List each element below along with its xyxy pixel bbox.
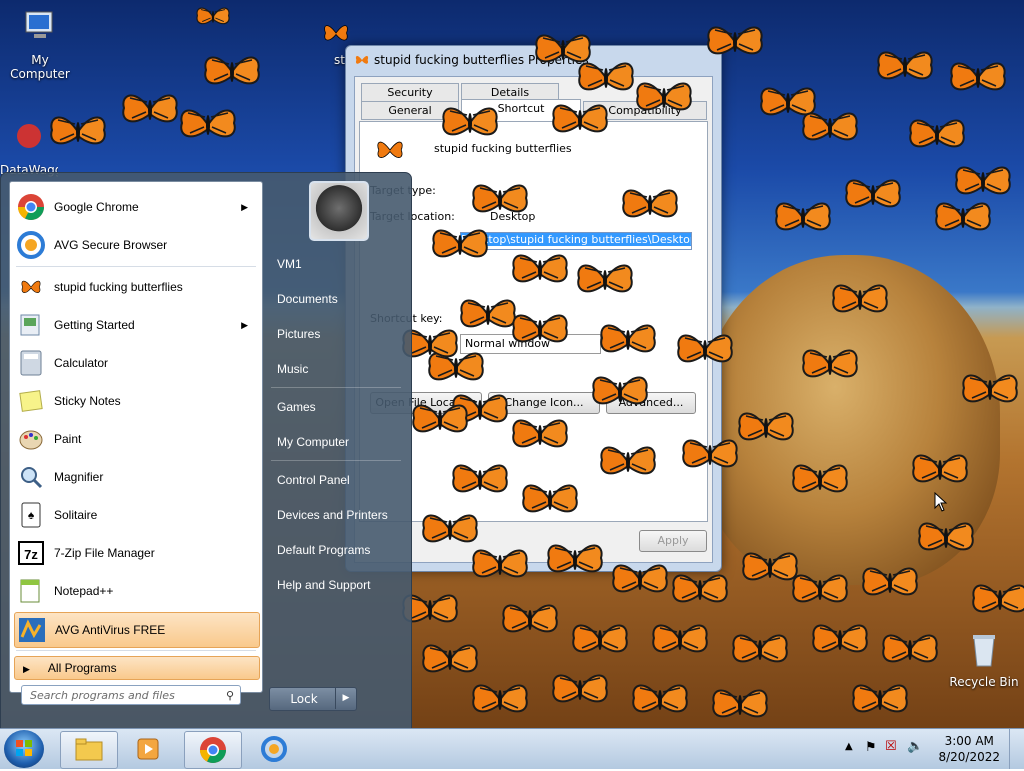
program-label: Solitaire <box>54 508 98 522</box>
all-programs-label: All Programs <box>47 661 117 675</box>
program-paint[interactable]: Paint <box>14 422 258 456</box>
search-placeholder: Search programs and files <box>30 689 175 702</box>
search-icon: ⚲ <box>225 689 234 702</box>
chrome-icon <box>18 194 44 220</box>
program-7zip[interactable]: 7z 7-Zip File Manager <box>14 536 258 570</box>
program-notepad-plus-plus[interactable]: Notepad++ <box>14 574 258 608</box>
divider <box>271 460 401 461</box>
paint-icon <box>19 430 43 450</box>
clock-date: 8/20/2022 <box>938 750 1000 764</box>
show-desktop-button[interactable] <box>1009 729 1024 769</box>
avg-browser-icon <box>261 736 287 762</box>
start-right-default-programs[interactable]: Default Programs <box>271 536 407 564</box>
program-avg-secure-browser[interactable]: AVG Secure Browser <box>14 228 258 262</box>
program-label: Sticky Notes <box>54 394 121 408</box>
volume-icon[interactable]: 🔈 <box>907 739 923 754</box>
magnifier-icon <box>21 467 43 489</box>
shutdown-options-arrow-icon[interactable]: ▶ <box>335 687 356 709</box>
program-google-chrome[interactable]: Google Chrome ▶ <box>14 190 258 224</box>
start-right-documents[interactable]: Documents <box>271 285 407 313</box>
show-hidden-icons-icon[interactable]: ▲ <box>845 741 853 752</box>
calculator-icon <box>20 350 42 376</box>
avg-antivirus-icon <box>19 618 45 642</box>
start-right-my-computer[interactable]: My Computer <box>271 428 407 456</box>
mouse-cursor-icon <box>934 492 948 512</box>
getting-started-icon <box>20 314 40 336</box>
lock-label: Lock <box>290 692 318 706</box>
taskbar: ▲ ⚑ ☒ 🔈 3:00 AM 8/20/2022 <box>0 728 1024 769</box>
chrome-icon <box>200 737 226 763</box>
taskbar-explorer[interactable] <box>60 731 118 769</box>
start-button[interactable] <box>4 730 44 768</box>
program-label: Magnifier <box>54 470 104 484</box>
divider <box>271 387 401 388</box>
start-right-games[interactable]: Games <box>271 393 407 421</box>
program-label: Notepad++ <box>54 584 114 598</box>
user-avatar[interactable] <box>309 181 369 241</box>
start-right-devices-printers[interactable]: Devices and Printers <box>271 501 407 529</box>
network-icon[interactable]: ☒ <box>885 739 897 754</box>
program-solitaire[interactable]: ♠ Solitaire <box>14 498 258 532</box>
notepad-plus-plus-icon <box>20 579 40 603</box>
avg-browser-icon <box>17 231 45 259</box>
program-sticky-notes[interactable]: Sticky Notes <box>14 384 258 418</box>
program-label: 7-Zip File Manager <box>54 546 155 560</box>
start-right-help-support[interactable]: Help and Support <box>271 571 407 599</box>
program-avg-antivirus[interactable]: AVG AntiVirus FREE <box>14 612 260 648</box>
arrow-right-icon: ▶ <box>23 664 30 674</box>
taskbar-avg-browser[interactable] <box>246 731 302 767</box>
action-center-flag-icon[interactable]: ⚑ <box>865 740 877 755</box>
7zip-icon: 7z <box>18 541 44 565</box>
windows-logo-icon <box>16 740 32 756</box>
program-label: Getting Started <box>54 318 135 332</box>
program-label: AVG AntiVirus FREE <box>55 623 166 637</box>
folder-icon <box>75 738 103 761</box>
program-label: Calculator <box>54 356 109 370</box>
solitaire-icon: ♠ <box>21 502 41 528</box>
media-player-icon <box>137 738 159 760</box>
sticky-notes-icon <box>19 390 43 412</box>
start-right-control-panel[interactable]: Control Panel <box>271 466 407 494</box>
program-label: Google Chrome <box>54 200 139 214</box>
clock-time: 3:00 AM <box>944 734 994 748</box>
search-input[interactable]: Search programs and files ⚲ <box>21 685 241 705</box>
svg-text:7z: 7z <box>24 547 38 562</box>
start-right-vm1[interactable]: VM1 <box>271 250 407 278</box>
all-programs-button[interactable]: ▶ All Programs <box>14 656 260 680</box>
program-magnifier[interactable]: Magnifier <box>14 460 258 494</box>
svg-text:♠: ♠ <box>28 508 35 522</box>
program-label: stupid fucking butterflies <box>54 280 183 294</box>
submenu-arrow-icon: ▶ <box>241 201 248 212</box>
program-stupid-fucking-butterflies[interactable]: stupid fucking butterflies <box>14 270 258 304</box>
program-getting-started[interactable]: Getting Started ▶ <box>14 308 258 342</box>
program-label: AVG Secure Browser <box>54 238 168 252</box>
divider <box>16 266 256 267</box>
butterfly-icon <box>21 280 41 293</box>
start-right-music[interactable]: Music <box>271 355 407 383</box>
taskbar-media-player[interactable] <box>120 731 176 767</box>
start-menu-programs: Google Chrome ▶ AVG Secure Browser stupi… <box>9 181 263 693</box>
system-tray: ▲ ⚑ ☒ 🔈 3:00 AM 8/20/2022 <box>839 729 1024 769</box>
start-right-pictures[interactable]: Pictures <box>271 320 407 348</box>
taskbar-chrome[interactable] <box>184 731 242 769</box>
program-label: Paint <box>54 432 82 446</box>
clock[interactable]: 3:00 AM 8/20/2022 <box>938 733 1000 765</box>
program-calculator[interactable]: Calculator <box>14 346 258 380</box>
divider <box>16 650 256 651</box>
start-menu: Google Chrome ▶ AVG Secure Browser stupi… <box>0 172 412 730</box>
submenu-arrow-icon: ▶ <box>241 319 248 330</box>
